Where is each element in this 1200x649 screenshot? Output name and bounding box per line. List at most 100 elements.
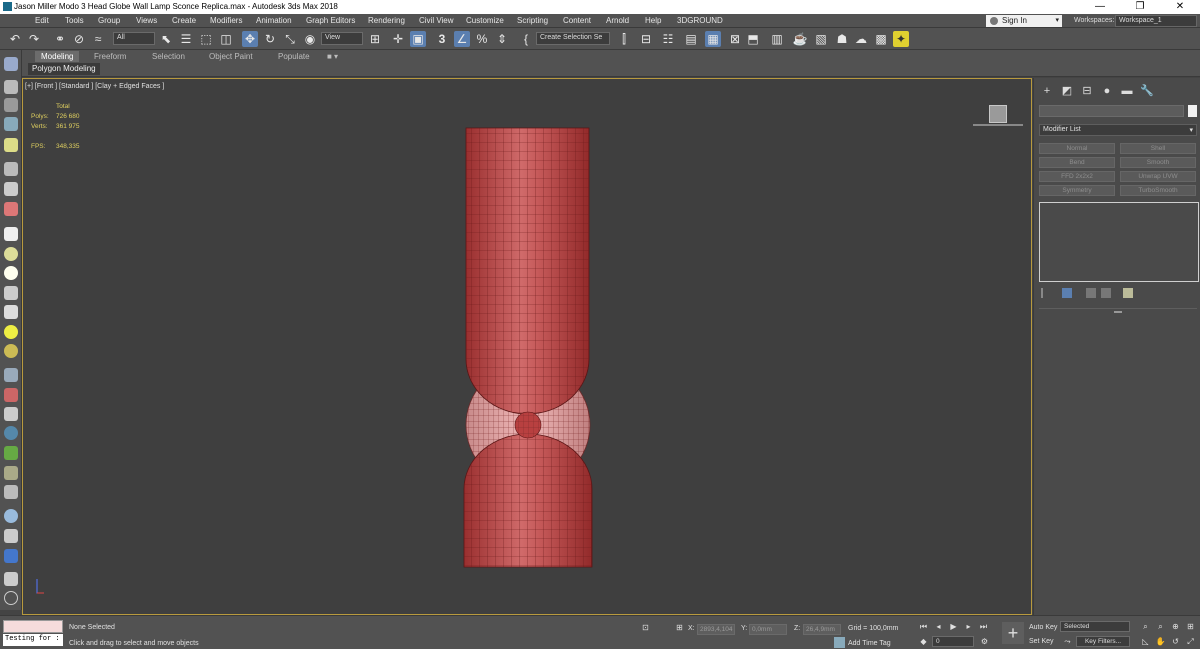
helper-icon[interactable] [4,162,18,176]
pin-stack-icon[interactable] [1041,288,1051,298]
menu-views[interactable]: Views [136,16,157,25]
viewport-front[interactable]: [+] [Front ] [Standard ] [Clay + Edged F… [22,78,1032,615]
modifier-shell-button[interactable]: Shell [1120,143,1196,154]
menu-create[interactable]: Create [172,16,196,25]
select-manipulate-icon[interactable]: ✛ [390,31,406,47]
menu-content[interactable]: Content [563,16,591,25]
dummy-icon[interactable] [4,407,18,421]
menu-modifiers[interactable]: Modifiers [210,16,242,25]
material-editor-icon[interactable]: ⬒ [745,31,761,47]
sphere-icon[interactable] [4,247,18,261]
selection-filter-dropdown[interactable]: All [113,32,155,45]
menu-edit[interactable]: Edit [35,16,49,25]
go-to-end-icon[interactable]: ⏭ [978,621,989,632]
menu-tools[interactable]: Tools [65,16,84,25]
menu-arnold[interactable]: Arnold [606,16,629,25]
toggle-ribbon-icon[interactable]: ▤ [683,31,699,47]
cone-icon[interactable] [4,305,18,319]
tab-populate[interactable]: Populate [272,51,316,62]
menu-rendering[interactable]: Rendering [368,16,405,25]
modifier-smooth-button[interactable]: Smooth [1120,157,1196,168]
spinner-snap-icon[interactable]: ⇕ [494,31,510,47]
sun-icon[interactable] [4,325,18,339]
key-mode-icon[interactable]: ◆ [918,636,929,647]
default-tangents-icon[interactable]: ⤳ [1062,636,1073,647]
tab-modeling[interactable]: Modeling [35,51,80,62]
modifier-symmetry-button[interactable]: Symmetry [1039,185,1115,196]
spacewarp-icon[interactable] [4,182,18,196]
material-sphere-icon[interactable] [4,509,18,523]
rendered-frame-icon[interactable]: ☕ [792,31,808,47]
menu-civil-view[interactable]: Civil View [419,16,454,25]
omni-light-icon[interactable] [4,344,18,358]
orbit-icon[interactable]: ↺ [1170,636,1181,647]
layer-explorer-icon[interactable]: ☷ [660,31,676,47]
help-icon[interactable] [4,591,18,605]
tab-selection[interactable]: Selection [146,51,191,62]
restore-button[interactable]: ❐ [1120,0,1160,14]
align-icon[interactable]: ⊟ [638,31,654,47]
select-scale-icon[interactable]: ⤡ [282,31,298,47]
percent-snap-icon[interactable]: % [474,31,490,47]
modifier-list-dropdown[interactable]: Modifier List ▾ [1039,124,1197,136]
configure-sets-icon[interactable] [1123,288,1133,298]
previous-frame-icon[interactable]: ◂ [933,621,944,632]
modify-tab-icon[interactable]: ◩ [1060,84,1074,98]
key-filters-button[interactable]: Key Filters... [1076,636,1130,647]
pan-icon[interactable]: ✋ [1155,636,1166,647]
menu-help[interactable]: Help [645,16,661,25]
link-icon[interactable]: ⚭ [52,31,68,47]
bottom-shade[interactable] [463,433,593,568]
close-button[interactable]: ✕ [1160,0,1200,14]
modifier-normal-button[interactable]: Normal [1039,143,1115,154]
grid-icon[interactable] [4,368,18,382]
angle-snap-icon[interactable]: ∠ [454,31,470,47]
modifier-turbosmooth-button[interactable]: TurboSmooth [1120,185,1196,196]
zoom-all-icon[interactable]: ⌕ [1155,621,1166,632]
bind-spacewarp-icon[interactable]: ≈ [90,31,106,47]
redo-icon[interactable]: ↷ [26,31,42,47]
light-icon[interactable] [4,138,18,152]
geosphere-icon[interactable] [4,266,18,280]
y-coord-field[interactable]: 0,0mm [749,624,787,635]
menu-scripting[interactable]: Scripting [517,16,548,25]
show-end-result-icon[interactable] [1062,288,1072,298]
utility-icon[interactable] [4,529,18,543]
create-tab-icon[interactable]: + [1040,84,1054,98]
pivot-icon[interactable]: ⊞ [367,31,383,47]
mirror-icon[interactable]: ⫿ [616,31,632,47]
named-selection-dropdown[interactable]: Create Selection Se [536,32,610,45]
maximize-viewport-icon[interactable]: ⤢ [1185,636,1196,647]
key-mode-dropdown[interactable]: Selected [1060,621,1130,632]
scene-explorer-icon[interactable] [4,117,18,131]
maxscript-mini-input[interactable]: Testing for : [3,634,63,646]
display-tab-icon[interactable]: ▬ [1120,84,1134,98]
menu-customize[interactable]: Customize [466,16,504,25]
go-to-start-icon[interactable]: ⏮ [918,621,929,632]
hierarchy-icon[interactable] [4,572,18,586]
panel-resize-handle[interactable] [1114,311,1122,313]
fov-icon[interactable]: ◺ [1140,636,1151,647]
render-production-icon[interactable]: ▧ [813,31,829,47]
auto-key-button[interactable]: Auto Key [1029,624,1057,631]
ref-coord-dropdown[interactable]: View [321,32,363,45]
utilities-tab-icon[interactable]: 🔧 [1140,84,1154,98]
time-config-icon[interactable]: ⚙ [979,636,990,647]
workspace-select[interactable]: Workspace_1 [1115,15,1197,27]
select-rotate-icon[interactable]: ↻ [262,31,278,47]
tree-icon[interactable] [4,466,18,480]
create-icon[interactable] [4,57,18,71]
unlink-icon[interactable]: ⊘ [71,31,87,47]
set-key-button[interactable]: Set Key [1029,638,1054,645]
globe-icon[interactable] [4,426,18,440]
menu-3dground[interactable]: 3DGROUND [677,16,723,25]
modifier-bend-button[interactable]: Bend [1039,157,1115,168]
system-icon[interactable] [4,202,18,216]
lock-selection-icon[interactable]: ⊡ [640,622,651,633]
ribbon-panel-polygon-modeling[interactable]: Polygon Modeling [28,63,100,75]
ribbon-options-button[interactable]: ■ ▾ [321,51,344,62]
hierarchy-tab-icon[interactable]: ⊟ [1080,84,1094,98]
torus-icon[interactable] [4,286,18,300]
window-crossing-icon[interactable]: ◫ [218,31,234,47]
snap-icon[interactable]: 3 [434,31,450,47]
